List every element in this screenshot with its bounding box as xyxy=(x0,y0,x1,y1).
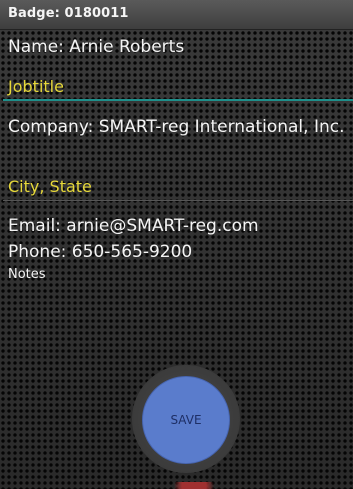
company-field: Company: SMART-reg International, Inc. xyxy=(8,117,345,137)
jobtitle-underline xyxy=(3,99,353,101)
phone-field: Phone: 650-565-9200 xyxy=(8,242,193,262)
bottom-indicator xyxy=(174,482,214,489)
title-bar: Badge: 0180011 xyxy=(0,0,353,30)
city-state-underline xyxy=(3,200,353,201)
save-button[interactable]: SAVE xyxy=(142,376,230,464)
jobtitle-field[interactable]: Jobtitle xyxy=(8,76,348,97)
name-field: Name: Arnie Roberts xyxy=(8,37,185,57)
badge-title: Badge: 0180011 xyxy=(8,6,129,21)
email-field: Email: arnie@SMART-reg.com xyxy=(8,216,259,236)
city-state-field[interactable]: City, State xyxy=(8,176,348,197)
notes-field[interactable]: Notes xyxy=(8,267,348,283)
